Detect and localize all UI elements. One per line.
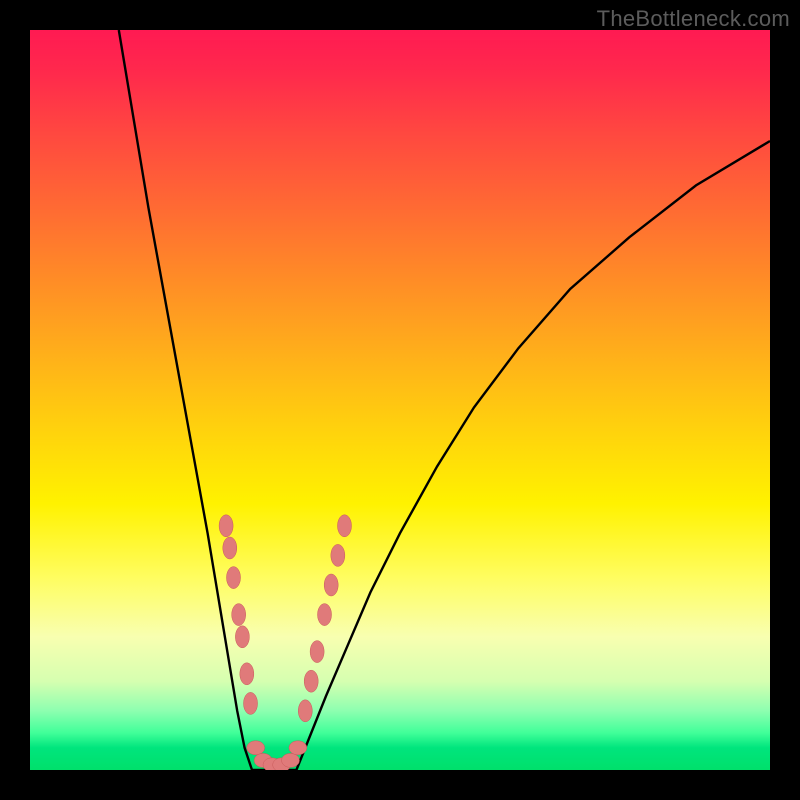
left-curve: [119, 30, 252, 770]
data-marker: [298, 700, 312, 722]
data-marker: [338, 515, 352, 537]
data-marker: [331, 544, 345, 566]
curve-layer: [30, 30, 770, 770]
data-marker: [304, 670, 318, 692]
watermark-text: TheBottleneck.com: [597, 6, 790, 32]
data-marker: [227, 567, 241, 589]
data-marker: [232, 604, 246, 626]
data-marker: [318, 604, 332, 626]
data-marker: [235, 626, 249, 648]
data-marker: [223, 537, 237, 559]
plot-area: [30, 30, 770, 770]
data-marker: [324, 574, 338, 596]
marker-group: [219, 515, 351, 770]
data-marker: [281, 753, 299, 767]
chart-frame: TheBottleneck.com: [0, 0, 800, 800]
data-marker: [240, 663, 254, 685]
right-curve: [296, 141, 770, 770]
data-marker: [219, 515, 233, 537]
data-marker: [244, 692, 258, 714]
data-marker: [247, 741, 265, 755]
data-marker: [289, 741, 307, 755]
data-marker: [310, 641, 324, 663]
